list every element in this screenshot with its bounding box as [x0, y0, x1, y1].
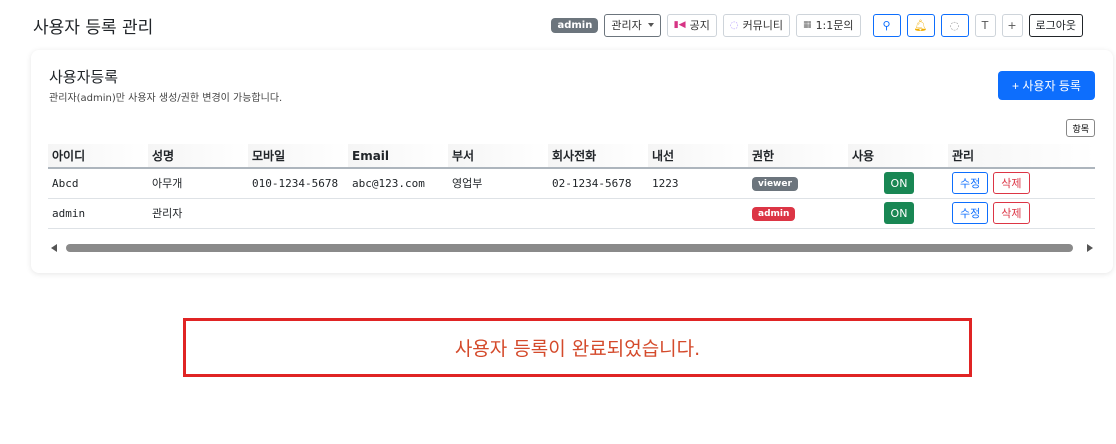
cell-name: 관리자: [148, 198, 248, 229]
inquiry-icon: ▦: [803, 20, 812, 30]
cell-role: viewer: [748, 168, 848, 199]
cell-id: Abcd: [48, 168, 148, 199]
chevron-down-icon: [647, 23, 654, 27]
header-dept[interactable]: 부서: [448, 144, 548, 169]
notice-icon: ▮◀: [673, 20, 686, 30]
cell-role: admin: [748, 198, 848, 229]
role-badge-admin: admin: [752, 206, 796, 221]
cell-use: ON: [848, 168, 948, 199]
cell-name: 아무개: [148, 168, 248, 199]
header-role[interactable]: 권한: [748, 144, 848, 169]
cell-email: [348, 198, 448, 229]
cell-use: ON: [848, 198, 948, 229]
top-toolbar: admin 관리자 ▮◀ 공지 ◌ 커뮤니티 ▦ 1:1문의 ⚲ 🔔︎ ◌ T …: [551, 13, 1083, 37]
chat-icon: ◌: [949, 18, 960, 32]
cell-mobile: [248, 198, 348, 229]
use-toggle[interactable]: ON: [884, 202, 914, 224]
user-table: 아이디 성명 모바일 Email 부서 회사전화 내선 권한 사용 관리 Abc…: [48, 144, 1095, 229]
cell-email: abc@123.com: [348, 168, 448, 199]
inquiry-label: 1:1문의: [815, 19, 854, 32]
search-button[interactable]: ⚲: [872, 13, 901, 37]
cell-manage: 수정 삭제: [948, 168, 1095, 199]
cell-mobile: 010-1234-5678: [248, 168, 348, 199]
role-select[interactable]: 관리자: [604, 13, 661, 37]
header-mobile[interactable]: 모바일: [248, 144, 348, 169]
community-button[interactable]: ◌ 커뮤니티: [722, 13, 791, 37]
cell-phone: [548, 198, 648, 229]
header-manage: 관리: [948, 144, 1095, 169]
inquiry-button[interactable]: ▦ 1:1문의: [796, 13, 861, 37]
header-email[interactable]: Email: [348, 144, 448, 169]
success-message: 사용자 등록이 완료되었습니다.: [183, 318, 972, 377]
table-header-row: 아이디 성명 모바일 Email 부서 회사전화 내선 권한 사용 관리: [48, 144, 1095, 169]
chat-button[interactable]: ◌: [940, 13, 969, 37]
notice-button[interactable]: ▮◀ 공지: [666, 13, 717, 37]
header-phone[interactable]: 회사전화: [548, 144, 648, 169]
cell-ext: [648, 198, 748, 229]
header-ext[interactable]: 내선: [648, 144, 748, 169]
scroll-left-icon[interactable]: [51, 244, 57, 252]
delete-button[interactable]: 삭제: [993, 172, 1030, 195]
use-toggle[interactable]: ON: [884, 172, 914, 195]
header-use[interactable]: 사용: [848, 144, 948, 169]
cell-dept: 영업부: [448, 168, 548, 199]
bell-icon: 🔔︎: [913, 18, 928, 32]
cell-ext: 1223: [648, 168, 748, 199]
plus-button[interactable]: +: [1001, 13, 1023, 37]
logout-button[interactable]: 로그아웃: [1028, 13, 1083, 37]
columns-button[interactable]: 항목: [1066, 119, 1095, 137]
cell-id: admin: [48, 198, 148, 229]
community-icon: ◌: [729, 19, 739, 31]
header-id[interactable]: 아이디: [48, 144, 148, 169]
notification-button[interactable]: 🔔︎: [906, 13, 935, 37]
add-user-button[interactable]: + 사용자 등록: [998, 71, 1095, 100]
search-icon: ⚲: [882, 18, 891, 32]
user-registration-card: 사용자등록 관리자(admin)만 사용자 생성/권한 변경이 가능합니다. +…: [31, 50, 1113, 273]
cell-phone: 02-1234-5678: [548, 168, 648, 199]
header-name[interactable]: 성명: [148, 144, 248, 169]
cell-dept: [448, 198, 548, 229]
card-subtitle: 관리자(admin)만 사용자 생성/권한 변경이 가능합니다.: [49, 93, 283, 104]
scrollbar-thumb[interactable]: [66, 244, 1073, 252]
theme-button[interactable]: T: [974, 13, 996, 37]
table-row: Abcd 아무개 010-1234-5678 abc@123.com 영업부 0…: [48, 168, 1095, 199]
role-badge-viewer: viewer: [752, 176, 798, 191]
delete-button[interactable]: 삭제: [993, 202, 1030, 224]
scroll-right-icon[interactable]: [1087, 244, 1093, 252]
table-row: admin 관리자 admin ON 수정 삭제: [48, 198, 1095, 229]
community-label: 커뮤니티: [742, 19, 784, 32]
card-title: 사용자등록: [49, 68, 119, 86]
cell-manage: 수정 삭제: [948, 198, 1095, 229]
role-badge: admin: [551, 17, 599, 33]
edit-button[interactable]: 수정: [952, 202, 989, 224]
horizontal-scrollbar[interactable]: [51, 243, 1093, 253]
notice-label: 공지: [689, 19, 710, 32]
edit-button[interactable]: 수정: [952, 172, 989, 195]
page-title: 사용자 등록 관리: [33, 18, 154, 38]
role-select-label: 관리자: [611, 19, 642, 32]
